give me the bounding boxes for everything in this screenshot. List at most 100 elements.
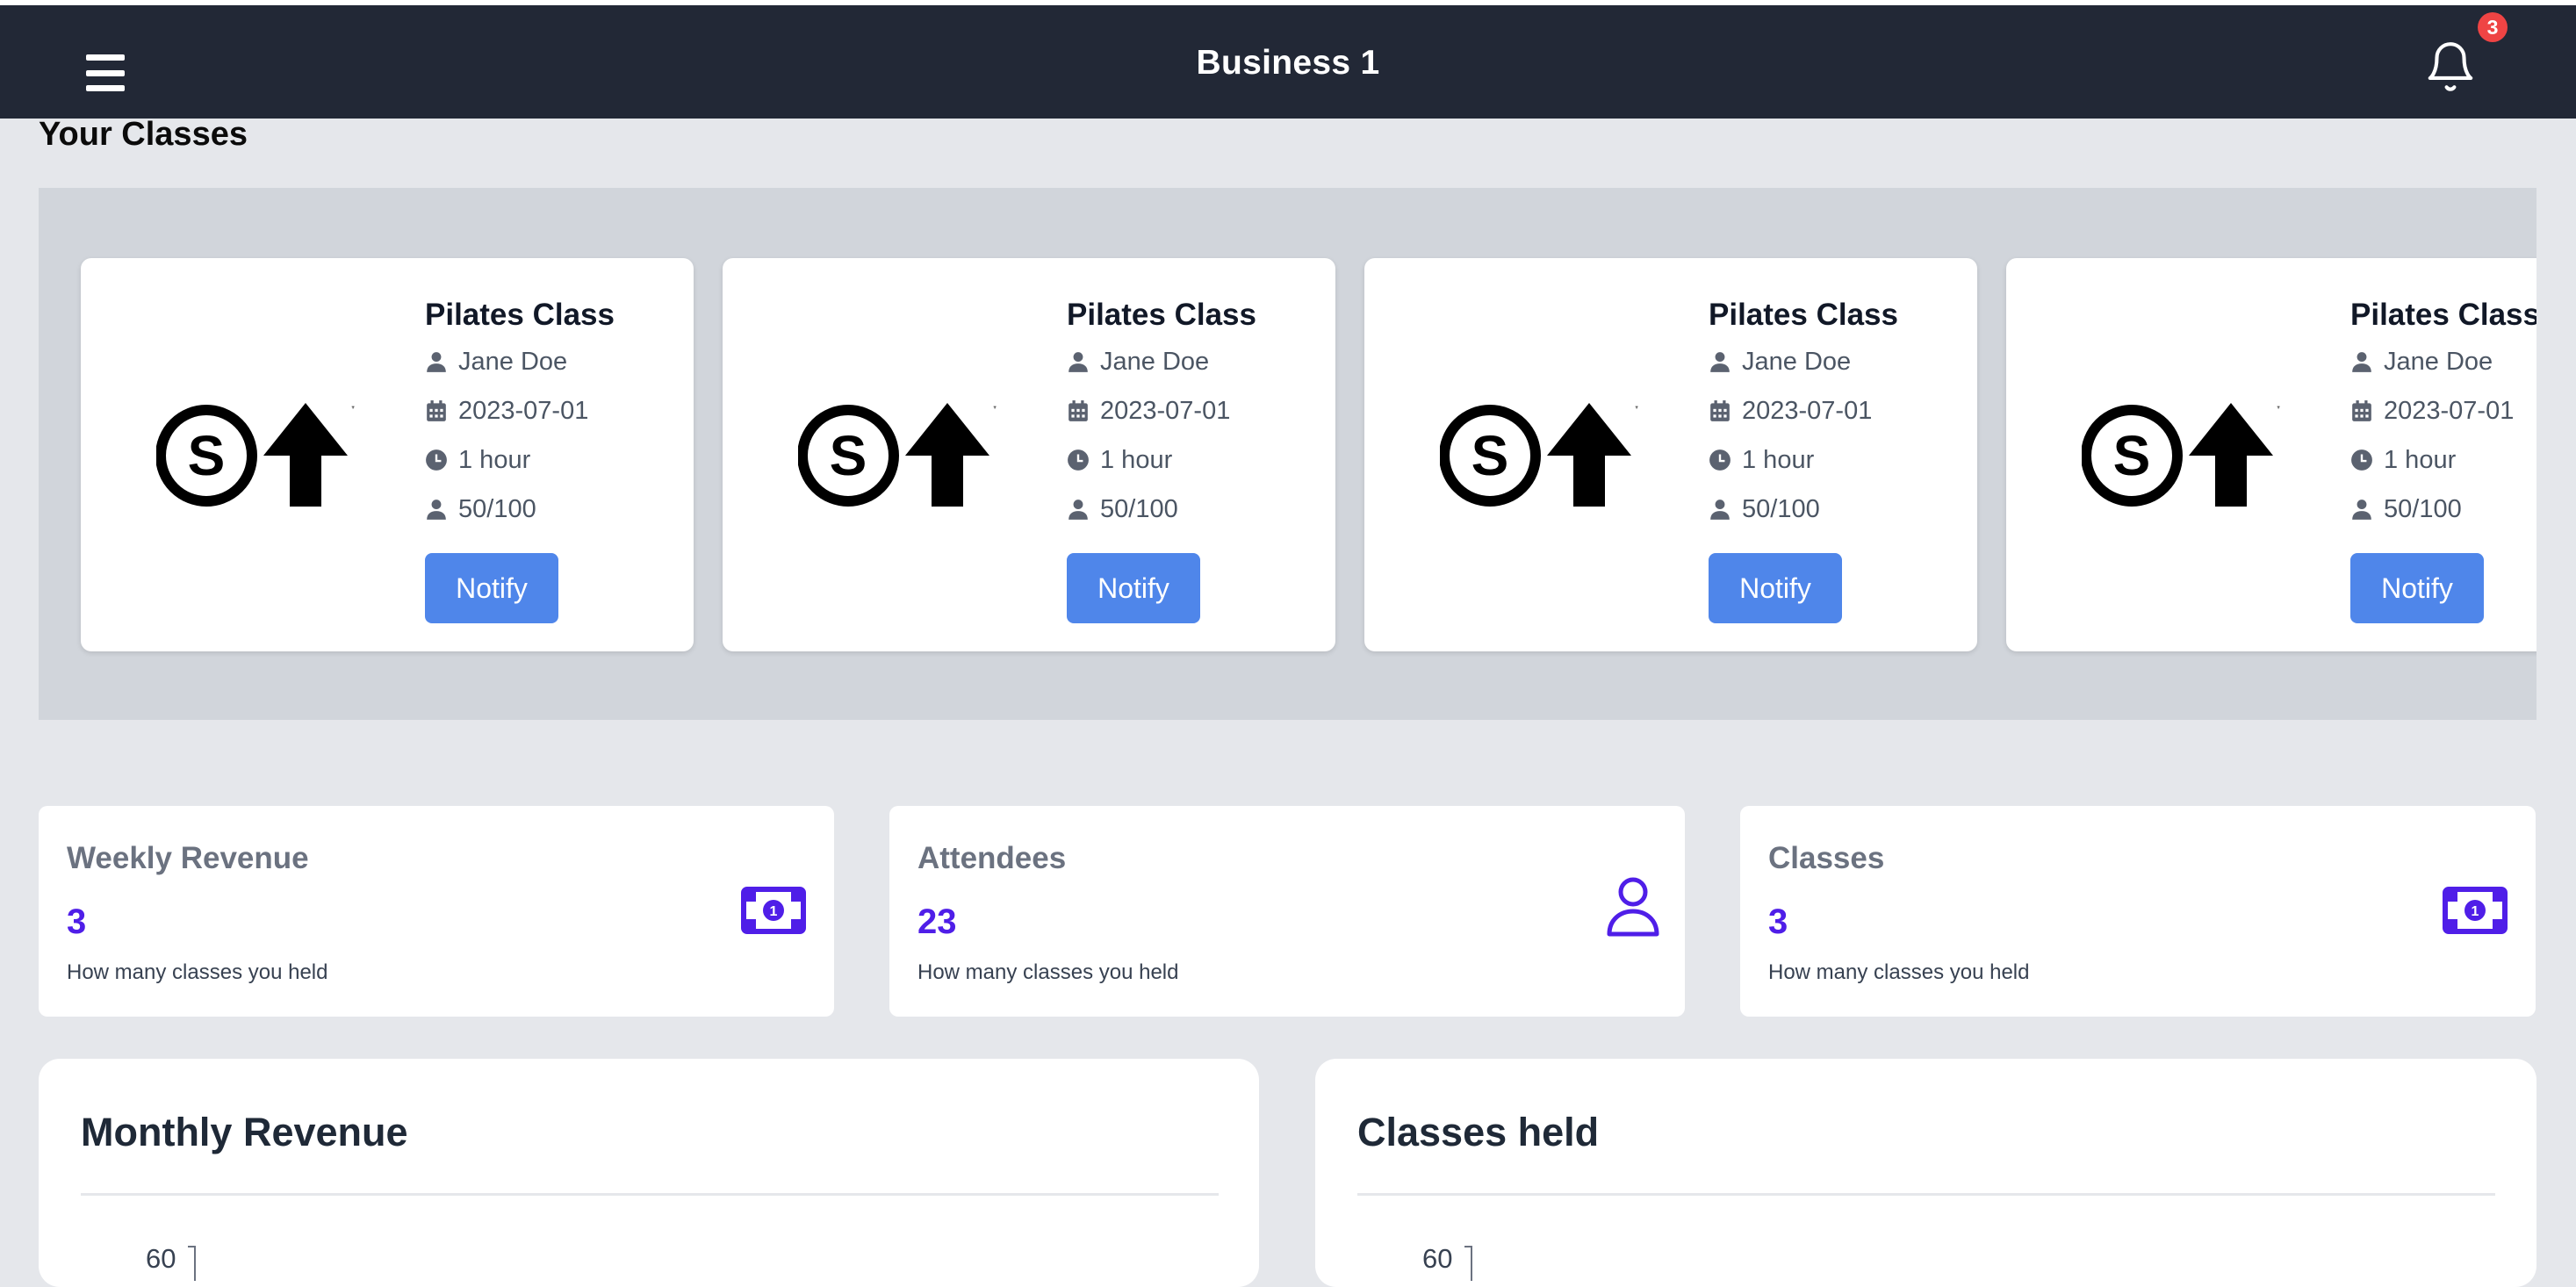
stat-description: How many classes you held xyxy=(917,960,1179,984)
studio-logo-icon: S ™ xyxy=(2082,403,2280,507)
class-date: 2023-07-01 xyxy=(1742,396,1873,425)
user-icon xyxy=(1069,352,1088,372)
svg-text:1: 1 xyxy=(770,904,778,919)
stat-description: How many classes you held xyxy=(67,960,328,984)
capacity-row: 50/100 xyxy=(425,485,706,534)
studio-logo-icon: S ™ xyxy=(156,403,355,507)
class-duration: 1 hour xyxy=(1100,445,1173,474)
calendar-icon xyxy=(1069,400,1088,421)
user-icon xyxy=(2352,352,2371,372)
notify-button[interactable]: Notify xyxy=(425,553,558,623)
studio-logo-icon: S ™ xyxy=(1440,403,1638,507)
classes-carousel[interactable]: S ™ Pilates Class Jane Doe 2023-07-01 1 … xyxy=(39,188,2536,720)
money-bill-icon: 1 xyxy=(2443,887,2508,934)
notification-badge: 3 xyxy=(2478,12,2508,42)
y-axis-tick: 60 xyxy=(1422,1243,1453,1274)
class-card: S ™ Pilates Class Jane Doe 2023-07-01 1 … xyxy=(723,258,1335,651)
instructor-name: Jane Doe xyxy=(1100,347,1210,376)
capacity-row: 50/100 xyxy=(2350,485,2536,534)
chart-divider xyxy=(81,1193,1219,1196)
notify-button[interactable]: Notify xyxy=(2350,553,2484,623)
calendar-icon xyxy=(427,400,446,421)
instructor-row: Jane Doe xyxy=(425,337,706,386)
stat-value: 23 xyxy=(917,902,957,941)
user-icon xyxy=(1710,352,1730,372)
clock-icon xyxy=(426,449,447,471)
bell-icon[interactable] xyxy=(2423,39,2478,95)
chart-divider xyxy=(1357,1193,2495,1196)
class-name: Pilates Class xyxy=(1067,298,1256,332)
user-icon xyxy=(427,352,446,372)
y-axis-line xyxy=(188,1246,196,1281)
class-name: Pilates Class xyxy=(2350,298,2536,332)
user-icon xyxy=(1710,500,1730,520)
user-icon xyxy=(1069,500,1088,520)
instructor-name: Jane Doe xyxy=(2384,347,2493,376)
class-card: S ™ Pilates Class Jane Doe 2023-07-01 1 … xyxy=(81,258,694,651)
user-icon xyxy=(2352,500,2371,520)
section-title-your-classes: Your Classes xyxy=(39,116,248,153)
class-date: 2023-07-01 xyxy=(458,396,589,425)
class-duration: 1 hour xyxy=(458,445,531,474)
top-navbar: Business 1 xyxy=(0,0,2576,119)
date-row: 2023-07-01 xyxy=(1709,386,1990,435)
user-icon xyxy=(1607,877,1659,937)
svg-text:S: S xyxy=(1471,424,1509,487)
svg-text:™: ™ xyxy=(2277,405,2280,413)
y-axis-tick: 60 xyxy=(146,1243,176,1274)
stat-description: How many classes you held xyxy=(1768,960,2030,984)
class-date: 2023-07-01 xyxy=(2384,396,2515,425)
class-capacity: 50/100 xyxy=(1100,494,1178,523)
class-name: Pilates Class xyxy=(425,298,615,332)
stat-label: Attendees xyxy=(917,841,1067,875)
chart-card-classes-held: Classes held 60 xyxy=(1315,1059,2536,1287)
date-row: 2023-07-01 xyxy=(2350,386,2536,435)
calendar-icon xyxy=(2352,400,2371,421)
duration-row: 1 hour xyxy=(1067,435,1348,485)
stat-card-attendees: Attendees 23 How many classes you held xyxy=(889,806,1685,1017)
svg-text:™: ™ xyxy=(351,405,355,413)
svg-text:™: ™ xyxy=(1635,405,1638,413)
capacity-row: 50/100 xyxy=(1067,485,1348,534)
class-duration: 1 hour xyxy=(2384,445,2457,474)
svg-text:S: S xyxy=(2113,424,2151,487)
stat-label: Classes xyxy=(1768,841,1885,875)
svg-text:™: ™ xyxy=(993,405,997,413)
stat-card-classes: Classes 3 How many classes you held 1 xyxy=(1740,806,2536,1017)
clock-icon xyxy=(2351,449,2372,471)
notify-button[interactable]: Notify xyxy=(1709,553,1842,623)
instructor-row: Jane Doe xyxy=(2350,337,2536,386)
date-row: 2023-07-01 xyxy=(1067,386,1348,435)
stat-card-weekly-revenue: Weekly Revenue 3 How many classes you he… xyxy=(39,806,834,1017)
class-capacity: 50/100 xyxy=(1742,494,1820,523)
instructor-row: Jane Doe xyxy=(1067,337,1348,386)
svg-text:S: S xyxy=(830,424,867,487)
stat-value: 3 xyxy=(1768,902,1788,941)
money-bill-icon: 1 xyxy=(741,887,806,934)
clock-icon xyxy=(1709,449,1731,471)
class-capacity: 50/100 xyxy=(458,494,536,523)
app-title: Business 1 xyxy=(1196,44,1380,82)
studio-logo-icon: S ™ xyxy=(798,403,997,507)
instructor-name: Jane Doe xyxy=(1742,347,1852,376)
y-axis-line xyxy=(1464,1246,1472,1281)
class-name: Pilates Class xyxy=(1709,298,1898,332)
instructor-name: Jane Doe xyxy=(458,347,568,376)
chart-title: Classes held xyxy=(1357,1110,1600,1154)
class-capacity: 50/100 xyxy=(2384,494,2462,523)
svg-text:S: S xyxy=(188,424,226,487)
notify-button[interactable]: Notify xyxy=(1067,553,1200,623)
class-card: S ™ Pilates Class Jane Doe 2023-07-01 1 … xyxy=(1364,258,1977,651)
date-row: 2023-07-01 xyxy=(425,386,706,435)
calendar-icon xyxy=(1710,400,1730,421)
class-duration: 1 hour xyxy=(1742,445,1815,474)
duration-row: 1 hour xyxy=(1709,435,1990,485)
chart-card-monthly-revenue: Monthly Revenue 60 xyxy=(39,1059,1259,1287)
class-card: S ™ Pilates Class Jane Doe 2023-07-01 1 … xyxy=(2006,258,2536,651)
stat-label: Weekly Revenue xyxy=(67,841,309,875)
clock-icon xyxy=(1068,449,1089,471)
capacity-row: 50/100 xyxy=(1709,485,1990,534)
duration-row: 1 hour xyxy=(425,435,706,485)
user-icon xyxy=(427,500,446,520)
svg-text:1: 1 xyxy=(2472,904,2479,919)
